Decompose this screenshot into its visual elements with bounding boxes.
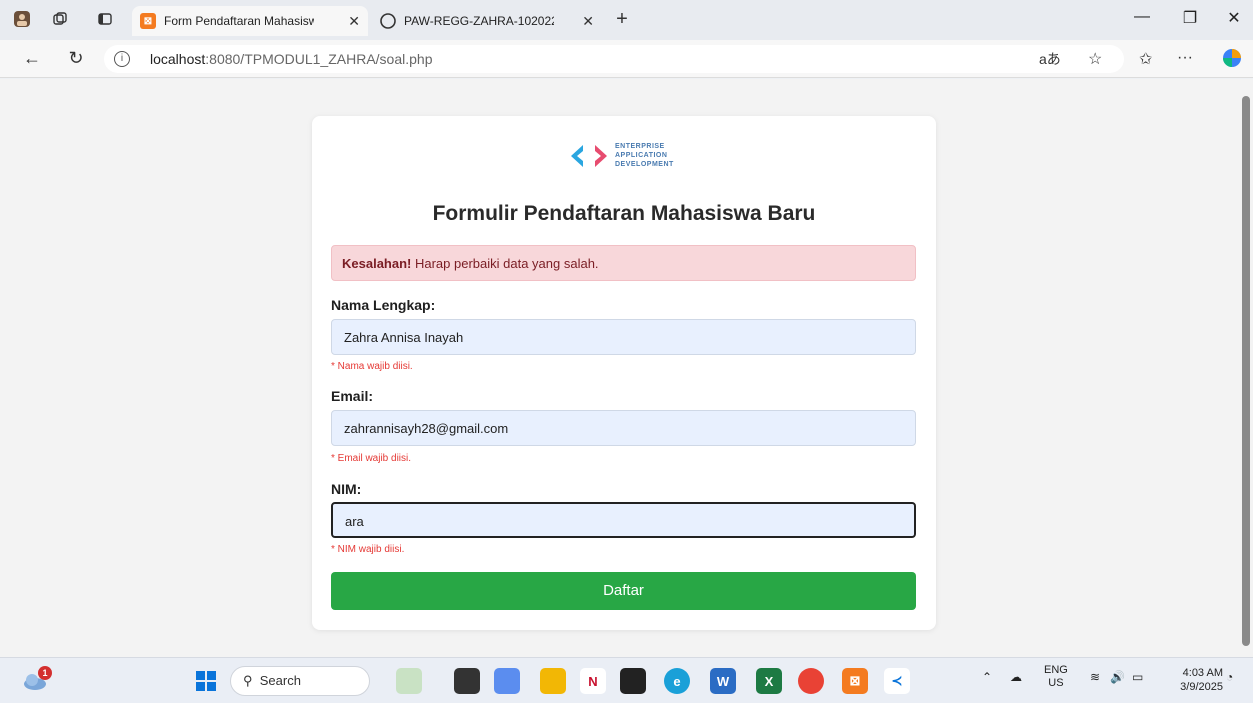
read-aloud-icon[interactable]: aあ [1039, 49, 1061, 69]
show-hidden-icons-icon[interactable]: ⌃ [982, 670, 992, 684]
wifi-icon[interactable]: ≋ [1090, 670, 1100, 684]
site-info-icon[interactable]: i [114, 51, 130, 67]
file-explorer-icon[interactable] [540, 668, 566, 694]
alert-text: Harap perbaiki data yang salah. [411, 256, 599, 271]
xampp-icon: ⊠ [140, 13, 156, 29]
registration-card: ENTERPRISE APPLICATION DEVELOPMENT Formu… [312, 116, 936, 630]
url-text[interactable]: localhost:8080/TPMODUL1_ZAHRA/soal.php [150, 51, 432, 67]
logo-text: ENTERPRISE APPLICATION DEVELOPMENT [615, 143, 674, 168]
notification-badge: 1 [38, 666, 52, 680]
notification-bell-icon[interactable]: ◔ [1226, 670, 1233, 684]
battery-icon[interactable]: ▭ [1132, 670, 1143, 684]
navigation-bar: ← ↻ i localhost:8080/TPMODUL1_ZAHRA/soal… [0, 40, 1253, 78]
form-title: Formulir Pendaftaran Mahasiswa Baru [432, 202, 816, 225]
daftar-button[interactable]: Daftar [331, 572, 916, 610]
date: 3/9/2025 [1180, 681, 1223, 693]
search-label: Search [259, 673, 301, 688]
chrome-icon[interactable] [798, 668, 824, 694]
favorite-star-icon[interactable]: ☆ [1088, 49, 1102, 69]
excel-icon[interactable]: X [756, 668, 782, 694]
windows-start-icon[interactable] [193, 668, 219, 694]
close-tab-icon[interactable]: ✕ [582, 13, 594, 30]
nama-input[interactable]: Zahra Annisa Inayah [331, 319, 916, 355]
email-error: * Email wajib diisi. [331, 453, 412, 464]
title-bar: ⊠ Form Pendaftaran Mahasiswa Baru ✕ PAW-… [0, 0, 1253, 40]
edge-icon[interactable]: e [664, 668, 690, 694]
favorites-bar-icon[interactable]: ✩ [1139, 49, 1152, 69]
new-tab-button[interactable]: + [612, 8, 632, 30]
profile-icon[interactable] [12, 9, 32, 29]
nim-label: NIM: [331, 481, 362, 497]
tab-label: PAW-REGG-ZAHRA-1020223302 [404, 14, 554, 28]
close-tab-icon[interactable]: ✕ [348, 13, 360, 30]
word-icon[interactable]: W [710, 668, 736, 694]
alert-strong: Kesalahan! [342, 256, 412, 271]
copilot-icon[interactable] [1222, 48, 1242, 71]
more-options-icon[interactable]: ··· [1177, 49, 1193, 67]
tab-label: Form Pendaftaran Mahasiswa Baru [164, 14, 314, 28]
close-window-button[interactable]: ✕ [1222, 8, 1246, 28]
vscode-icon[interactable]: ≺ [884, 668, 910, 694]
netflix-icon[interactable]: N [580, 668, 606, 694]
clock[interactable]: 4:03 AM 3/9/2025 [1180, 666, 1223, 694]
copilot-taskbar-icon[interactable] [494, 668, 520, 694]
email-label: Email: [331, 388, 374, 404]
taskbar-search[interactable]: ⚲ Search [230, 666, 370, 696]
tab-actions-icon[interactable] [95, 9, 115, 29]
back-arrow-icon[interactable]: ← [20, 48, 44, 69]
email-input[interactable]: zahrannisayh28@gmail.com [331, 410, 916, 446]
scroll-thumb[interactable] [1242, 96, 1250, 646]
minimize-button[interactable]: — [1130, 8, 1154, 26]
tab-github-repo[interactable]: PAW-REGG-ZAHRA-1020223302 ✕ [372, 6, 602, 36]
nama-error: * Nama wajib diisi. [331, 361, 413, 372]
tab-form-pendaftaran[interactable]: ⊠ Form Pendaftaran Mahasiswa Baru ✕ [132, 6, 368, 36]
ead-logo: ENTERPRISE APPLICATION DEVELOPMENT [569, 138, 679, 174]
taskbar: 1 ⚲ Search N e W X ⊠ ≺ ⌃ ☁ ENG US ≋ 🔊 ▭ … [0, 657, 1253, 703]
github-icon [380, 13, 396, 29]
time: 4:03 AM [1182, 667, 1223, 679]
vertical-scrollbar[interactable] [1242, 82, 1250, 646]
error-alert: Kesalahan! Harap perbaiki data yang sala… [331, 245, 916, 281]
address-bar[interactable]: i localhost:8080/TPMODUL1_ZAHRA/soal.php [104, 45, 1124, 73]
task-view-icon[interactable] [454, 668, 480, 694]
restore-button[interactable]: ❐ [1178, 8, 1202, 28]
search-icon: ⚲ [243, 673, 253, 688]
nim-input[interactable]: ara [331, 502, 916, 538]
onedrive-icon[interactable]: ☁ [1010, 670, 1022, 684]
refresh-icon[interactable]: ↻ [64, 48, 88, 69]
volume-icon[interactable]: 🔊 [1110, 670, 1125, 684]
workspaces-icon[interactable] [50, 9, 70, 29]
xampp-taskbar-icon[interactable]: ⊠ [842, 668, 868, 694]
language-indicator[interactable]: ENG US [1044, 664, 1068, 690]
nim-error: * NIM wajib diisi. [331, 544, 405, 555]
nama-label: Nama Lengkap: [331, 297, 436, 313]
capcut-icon[interactable] [620, 668, 646, 694]
widgets-icon[interactable] [396, 668, 422, 694]
